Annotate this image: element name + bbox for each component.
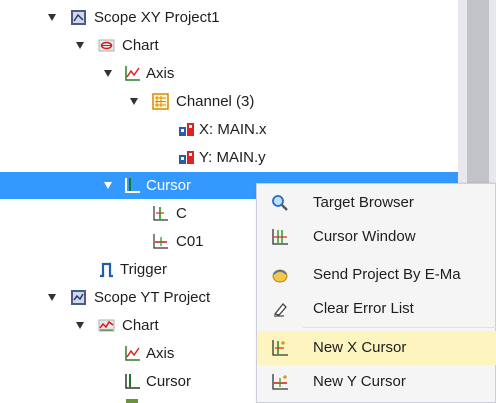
- channel-icon: [152, 93, 169, 110]
- expand-arrow-icon[interactable]: [104, 70, 112, 77]
- tree-item-variable-y[interactable]: Y: MAIN.y: [0, 144, 458, 171]
- new-x-cursor-icon: [272, 340, 288, 356]
- tree-item-label: C01: [176, 233, 204, 250]
- menu-item-label: New X Cursor: [313, 339, 407, 356]
- tree-item-label: Scope YT Project: [94, 289, 211, 306]
- partial-tree-icon: [126, 399, 138, 403]
- tree-item-channel[interactable]: Channel (3): [0, 88, 458, 115]
- tree-item-chart[interactable]: Chart: [0, 312, 256, 339]
- tree-item-cursor-c01[interactable]: C01: [0, 228, 256, 255]
- menu-item-target-browser[interactable]: Target Browser: [257, 186, 496, 220]
- menu-item-new-x-cursor[interactable]: New X Cursor: [257, 331, 496, 365]
- axis-icon: [125, 66, 140, 81]
- menu-item-cursor-window[interactable]: Cursor Window: [257, 220, 496, 254]
- context-menu: Target Browser Cursor Window Send Projec…: [256, 183, 496, 403]
- expand-arrow-icon[interactable]: [76, 42, 84, 49]
- scope-project-icon: [71, 10, 86, 25]
- tree-item-axis[interactable]: Axis: [0, 340, 256, 367]
- tree-item-label: Axis: [146, 345, 175, 362]
- tree-item-label: Cursor: [146, 177, 192, 194]
- variable-icon: [179, 123, 194, 136]
- tree-item-variable-x[interactable]: X: MAIN.x: [0, 116, 458, 143]
- tree-item-label: Trigger: [120, 261, 167, 278]
- menu-item-new-y-cursor[interactable]: New Y Cursor: [257, 365, 496, 399]
- tree-item-axis[interactable]: Axis: [0, 60, 458, 87]
- menu-item-send-project-email[interactable]: Send Project By E-Ma: [257, 258, 496, 292]
- expand-arrow-icon[interactable]: [76, 322, 84, 329]
- scope-project-icon: [71, 290, 86, 305]
- tree-item-label: Cursor: [146, 373, 192, 390]
- menu-item-label: New Y Cursor: [313, 373, 406, 390]
- trigger-icon: [100, 262, 113, 278]
- menu-item-label: Target Browser: [313, 194, 414, 211]
- tree-item-label: Chart: [122, 317, 159, 334]
- tree-item-label: Chart: [122, 37, 159, 54]
- menu-item-label: Send Project By E-Ma: [313, 266, 461, 283]
- tree-item-label: Scope XY Project1: [94, 9, 220, 26]
- expand-arrow-icon[interactable]: [104, 182, 112, 189]
- cursor-window-icon: [272, 229, 288, 245]
- tree-item-label: Channel (3): [176, 93, 255, 110]
- tree-item-chart[interactable]: Chart: [0, 32, 458, 59]
- expand-arrow-icon[interactable]: [130, 98, 138, 105]
- tree-item-cursor-c[interactable]: C: [0, 200, 256, 227]
- x-cursor-icon: [153, 206, 168, 221]
- menu-separator: [303, 327, 496, 328]
- target-browser-icon: [272, 195, 288, 211]
- new-y-cursor-icon: [272, 374, 288, 390]
- tree-item-scope-yt-project[interactable]: Scope YT Project: [0, 284, 256, 311]
- tree-item-label: Axis: [146, 65, 175, 82]
- menu-item-clear-error-list[interactable]: Clear Error List: [257, 292, 496, 326]
- tree-item-label: X: MAIN.x: [199, 121, 267, 138]
- menu-item-label: Clear Error List: [313, 300, 414, 317]
- tree-item-label: C: [176, 205, 187, 222]
- tree-item-label: Y: MAIN.y: [199, 149, 266, 166]
- axis-icon: [125, 346, 140, 361]
- cursor-icon: [125, 374, 140, 389]
- expand-arrow-icon[interactable]: [48, 14, 56, 21]
- menu-item-label: Cursor Window: [313, 228, 416, 245]
- send-email-icon: [272, 269, 288, 283]
- expand-arrow-icon[interactable]: [48, 294, 56, 301]
- clear-error-icon: [273, 303, 287, 317]
- cursor-icon: [125, 178, 140, 193]
- chart-icon: [98, 39, 115, 52]
- tree-item-trigger[interactable]: Trigger: [0, 256, 256, 283]
- tree-item-scope-xy-project[interactable]: Scope XY Project1: [0, 4, 458, 31]
- chart-icon: [98, 319, 115, 332]
- y-cursor-icon: [153, 234, 168, 249]
- variable-icon: [179, 151, 194, 164]
- tree-item-cursor[interactable]: Cursor: [0, 368, 256, 395]
